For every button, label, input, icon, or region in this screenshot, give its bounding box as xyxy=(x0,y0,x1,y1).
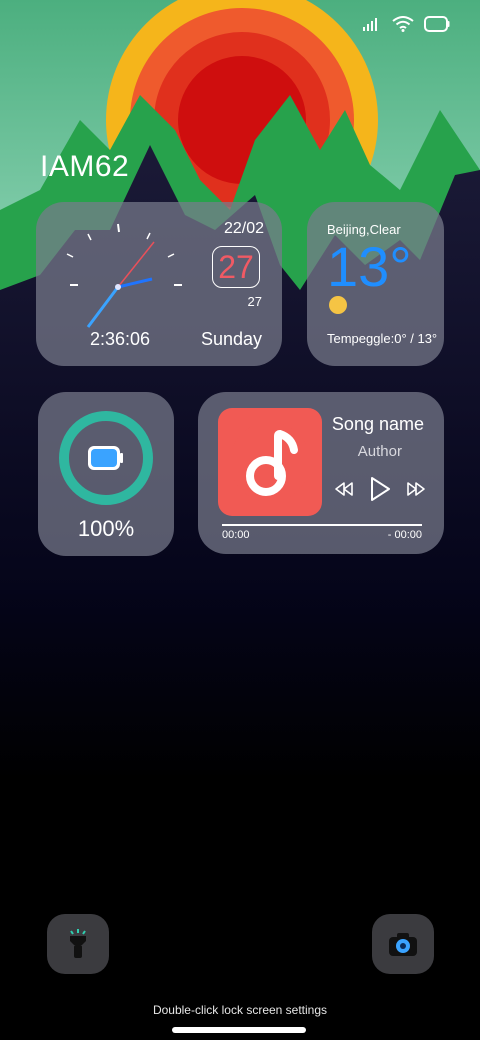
progress-bar[interactable] xyxy=(222,524,422,526)
camera-icon xyxy=(389,933,417,956)
calendar-small-day: 27 xyxy=(247,294,262,309)
calendar-day: 27 xyxy=(212,246,260,288)
clock-widget[interactable]: 22/02 27 27 2:36:06 Sunday xyxy=(36,202,282,366)
home-indicator[interactable] xyxy=(172,1027,306,1033)
lockscreen-hint: Double-click lock screen settings xyxy=(152,1003,328,1017)
weather-widget[interactable]: Beijing,Clear 13° Tempeggle:0° / 13° xyxy=(307,202,444,366)
wifi-icon xyxy=(392,16,414,32)
music-note-icon xyxy=(230,422,310,502)
time-elapsed: 00:00 xyxy=(222,529,250,541)
battery-widget[interactable]: 100% xyxy=(38,392,174,556)
battery-icon xyxy=(424,16,450,32)
album-art[interactable] xyxy=(218,408,322,516)
weather-temperature: 13° xyxy=(327,235,412,298)
weather-range: Tempeggle:0° / 13° xyxy=(327,331,438,346)
analog-clock xyxy=(66,223,182,328)
battery-icon xyxy=(88,446,123,470)
flashlight-icon xyxy=(70,929,86,958)
playback-controls xyxy=(334,476,426,502)
signal-icon xyxy=(363,18,377,31)
flashlight-button[interactable] xyxy=(47,914,109,974)
clock-date: 22/02 xyxy=(223,220,264,237)
next-icon[interactable] xyxy=(406,481,426,497)
sun-icon xyxy=(329,296,347,314)
time-remaining: - 00:00 xyxy=(387,529,422,541)
song-title: Song name xyxy=(331,414,424,434)
digital-time: 2:36:06 xyxy=(90,329,151,349)
play-icon[interactable] xyxy=(368,476,392,502)
lockscreen-title: IAM62 xyxy=(40,150,130,183)
battery-percent: 100% xyxy=(77,516,135,541)
camera-button[interactable] xyxy=(372,914,434,974)
weekday: Sunday xyxy=(200,329,262,349)
status-bar xyxy=(362,16,450,32)
song-author: Author xyxy=(357,443,402,460)
music-widget[interactable]: Song name Author 00:00 - 00:00 xyxy=(198,392,444,554)
battery-ring xyxy=(59,411,153,505)
prev-icon[interactable] xyxy=(334,481,354,497)
